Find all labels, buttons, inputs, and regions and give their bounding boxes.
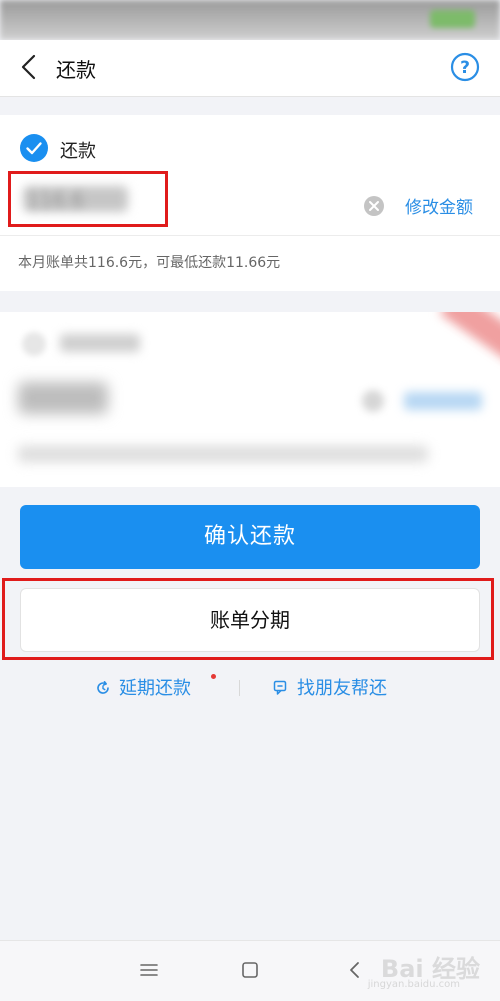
blurred-card <box>0 312 500 487</box>
ask-friend-label: 找朋友帮还 <box>297 678 387 699</box>
divider <box>0 235 500 236</box>
bill-installment-button[interactable]: 账单分期 <box>20 588 480 652</box>
link-separator <box>239 680 240 696</box>
extend-repay-link[interactable]: 延期还款 <box>95 674 191 700</box>
help-button[interactable]: ? <box>450 52 480 82</box>
back-nav-button[interactable] <box>344 959 366 981</box>
checkmark-icon <box>20 134 48 162</box>
square-icon <box>242 962 258 978</box>
amount-input[interactable]: 116.6 <box>27 188 84 212</box>
system-nav-bar: Bai 经验 jingyan.baidu.com <box>0 940 500 1001</box>
status-bar <box>0 0 500 40</box>
header: 还款 ? <box>0 40 500 97</box>
clear-icon <box>364 196 384 216</box>
back-button[interactable] <box>14 52 44 82</box>
watermark-url: jingyan.baidu.com <box>367 979 460 990</box>
menu-nav-button[interactable] <box>138 959 160 981</box>
repay-checkbox-label: 还款 <box>60 141 96 162</box>
amount-highlight-box: 116.6 <box>8 171 168 227</box>
menu-icon <box>140 964 158 976</box>
page-title: 还款 <box>56 58 96 82</box>
help-circle-icon: ? <box>450 52 480 82</box>
ask-friend-link[interactable]: 找朋友帮还 <box>273 674 387 700</box>
bill-info-text: 本月账单共116.6元，可最低还款11.66元 <box>18 255 281 271</box>
edit-amount-link[interactable]: 修改金额 <box>405 193 473 218</box>
clear-amount-button[interactable] <box>363 195 385 217</box>
extend-repay-label: 延期还款 <box>119 678 191 699</box>
notification-dot <box>211 674 216 679</box>
refresh-clock-icon <box>97 681 109 694</box>
repay-checkbox[interactable] <box>20 134 48 162</box>
svg-text:?: ? <box>460 58 470 78</box>
secondary-links: 延期还款 找朋友帮还 <box>0 672 500 702</box>
home-nav-button[interactable] <box>239 959 261 981</box>
chat-bubble-icon <box>273 680 287 695</box>
confirm-repay-button[interactable]: 确认还款 <box>20 505 480 569</box>
chevron-left-icon <box>21 54 36 80</box>
repay-card: 还款 116.6 修改金额 本月账单共116.6元，可最低还款11.66元 <box>0 115 500 291</box>
chevron-left-icon <box>350 962 359 978</box>
